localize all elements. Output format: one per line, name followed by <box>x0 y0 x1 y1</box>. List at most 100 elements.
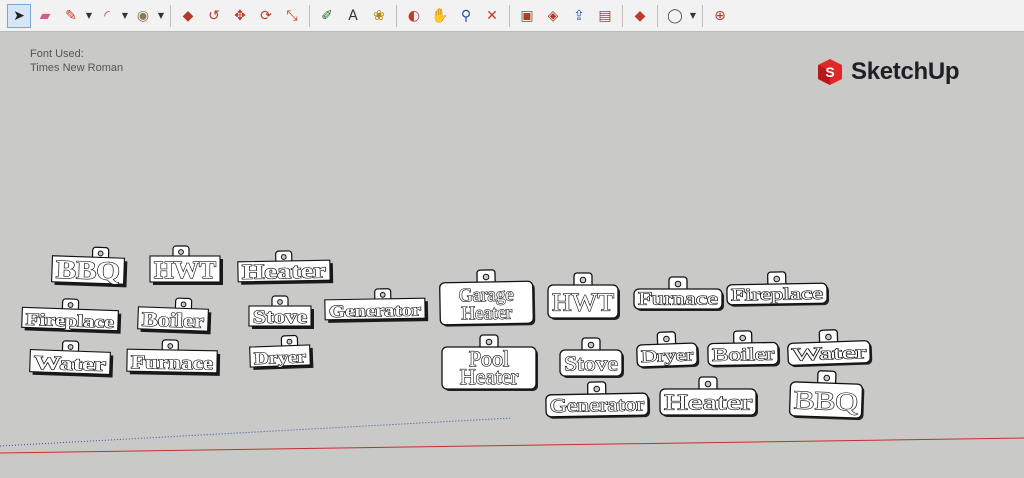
paint-bucket-button[interactable]: ◉ <box>131 4 155 28</box>
tag-label[interactable]: HWT <box>547 272 620 320</box>
toolbar-separator <box>309 4 310 27</box>
toolbar-separator <box>396 4 397 27</box>
eraser-tool-button[interactable]: ▰ <box>33 4 57 28</box>
orbit-tool-button[interactable]: ◐ <box>402 4 426 28</box>
tag-text: Generator <box>329 300 422 321</box>
tag-text: BBQ <box>56 255 121 286</box>
tag-label[interactable]: Generator <box>324 288 429 323</box>
tag-label[interactable]: Generator <box>545 381 651 419</box>
move-tool-button[interactable]: ✥ <box>228 4 252 28</box>
push-pull-button[interactable]: ◆ <box>176 4 200 28</box>
share-model-button[interactable]: ⇪ <box>567 4 591 28</box>
globe-icon: ⊕ <box>714 7 726 24</box>
tag-hole <box>704 380 712 388</box>
tag-text: Stove <box>564 351 618 375</box>
tag-text: Furnace <box>131 352 213 374</box>
tag-label[interactable]: Heater <box>237 250 334 285</box>
tag-hole <box>67 302 74 308</box>
scale-icon: ⤡ <box>286 7 298 24</box>
tag-text: Fireplace <box>731 284 823 305</box>
tag-hole <box>286 338 293 345</box>
tag-hole <box>587 341 595 349</box>
zoom-tool-button[interactable]: ⚲ <box>454 4 478 28</box>
tag-label[interactable]: PoolHeater <box>441 334 538 391</box>
ruby-console-button[interactable]: ◆ <box>628 4 652 28</box>
tag-hole <box>739 334 747 342</box>
dropdown-arrow-icon[interactable]: ▼ <box>156 11 166 20</box>
eraser-icon: ▰ <box>39 7 51 24</box>
tag-hole <box>663 335 670 343</box>
scene-canvas: BBQ HWT Heater Fireplace Boiler Stove Generato… <box>0 245 1024 454</box>
extension-warehouse-button[interactable]: ▤ <box>593 4 617 28</box>
text-tool-button[interactable]: A <box>341 4 365 28</box>
blue-axis <box>0 417 513 447</box>
tag-text: Water <box>34 352 107 376</box>
push-pull-icon: ◆ <box>182 7 194 24</box>
cursor-icon: ➤ <box>13 7 25 24</box>
toolbar-separator <box>622 4 623 27</box>
warehouse-button[interactable]: ▣ <box>515 4 539 28</box>
follow-me-icon: ↺ <box>208 7 220 24</box>
tag-hole <box>773 275 781 283</box>
arc-tool-button[interactable]: ◜ <box>95 4 119 28</box>
dropdown-arrow-icon[interactable]: ▼ <box>688 11 698 20</box>
tag-label[interactable]: BBQ <box>51 246 128 288</box>
paint-tool-button[interactable]: ❀ <box>367 4 391 28</box>
tag-hole <box>485 338 493 346</box>
tape-measure-icon: ✐ <box>321 7 333 24</box>
tag-label[interactable]: Boiler <box>137 297 212 335</box>
toolbar-separator <box>170 4 171 27</box>
paint-icon: ❀ <box>373 7 385 24</box>
extension-icon: ▤ <box>598 7 612 24</box>
tag-label[interactable]: Dryer <box>636 331 700 369</box>
tag-label[interactable]: Furnace <box>633 276 724 311</box>
share-icon: ⇪ <box>573 7 585 24</box>
user-icon: ◯ <box>667 7 683 24</box>
zoom-extents-button[interactable]: ✕ <box>480 4 504 28</box>
tag-hole <box>825 333 832 341</box>
main-toolbar: ➤ ▰ ✎ ▼ ◜ ▼ ◉ ▼ ◆ ↺ ✥ ⟳ ⤡ ✐ A ❀ ◐ ✋ ⚲ ✕ ▣ ◈ ⇪ ▤ ◆ ◯ ▼ ⊕ <box>0 0 1024 32</box>
model-info-button[interactable]: ⊕ <box>708 4 732 28</box>
tape-measure-button[interactable]: ✐ <box>315 4 339 28</box>
tag-hole <box>167 343 174 349</box>
tag-text: Generator <box>550 394 645 417</box>
select-tool-button[interactable]: ➤ <box>7 3 31 28</box>
zoom-extents-icon: ✕ <box>486 7 498 24</box>
ruby-icon: ◆ <box>634 7 646 24</box>
tag-label[interactable]: Fireplace <box>726 271 830 307</box>
tag-label[interactable]: HWT <box>149 245 223 285</box>
tag-label[interactable]: GarageHeater <box>439 269 536 327</box>
tag-label[interactable]: Stove <box>559 337 624 378</box>
toolbar-separator <box>657 4 658 27</box>
rotate-tool-button[interactable]: ⟳ <box>254 4 278 28</box>
dropdown-arrow-icon[interactable]: ▼ <box>84 11 94 20</box>
pencil-tool-button[interactable]: ✎ <box>59 4 83 28</box>
pan-tool-button[interactable]: ✋ <box>428 4 452 28</box>
tag-text: Dryer <box>254 347 307 368</box>
account-button[interactable]: ◯ <box>663 4 687 28</box>
tag-label[interactable]: Stove <box>248 295 314 329</box>
tag-hole <box>277 299 283 305</box>
tag-text: Water <box>792 342 867 365</box>
rotate-icon: ⟳ <box>260 7 272 24</box>
tag-label[interactable]: BBQ <box>788 370 865 421</box>
scale-tool-button[interactable]: ⤡ <box>280 4 304 28</box>
move-icon: ✥ <box>234 7 246 24</box>
tag-label[interactable]: Water <box>787 329 873 368</box>
tag-label[interactable]: Water <box>29 340 114 378</box>
tag-hole <box>579 276 587 284</box>
tag-hole <box>178 249 184 255</box>
modeling-viewport[interactable]: Font Used: Times New Roman S SketchUp BB… <box>0 33 1024 478</box>
dropdown-arrow-icon[interactable]: ▼ <box>120 11 130 20</box>
tag-label[interactable]: Boiler <box>707 330 781 368</box>
tag-text: Dryer <box>641 345 694 366</box>
tag-label[interactable]: Dryer <box>249 334 314 370</box>
tag-label[interactable]: Fireplace <box>21 297 122 334</box>
tag-text: HWT <box>552 290 614 317</box>
tag-label[interactable]: Furnace <box>126 339 221 376</box>
tag-hole <box>482 273 490 281</box>
follow-me-button[interactable]: ↺ <box>202 4 226 28</box>
tag-label[interactable]: Heater <box>659 376 758 417</box>
components-button[interactable]: ◈ <box>541 4 565 28</box>
red-axis <box>0 437 1024 454</box>
